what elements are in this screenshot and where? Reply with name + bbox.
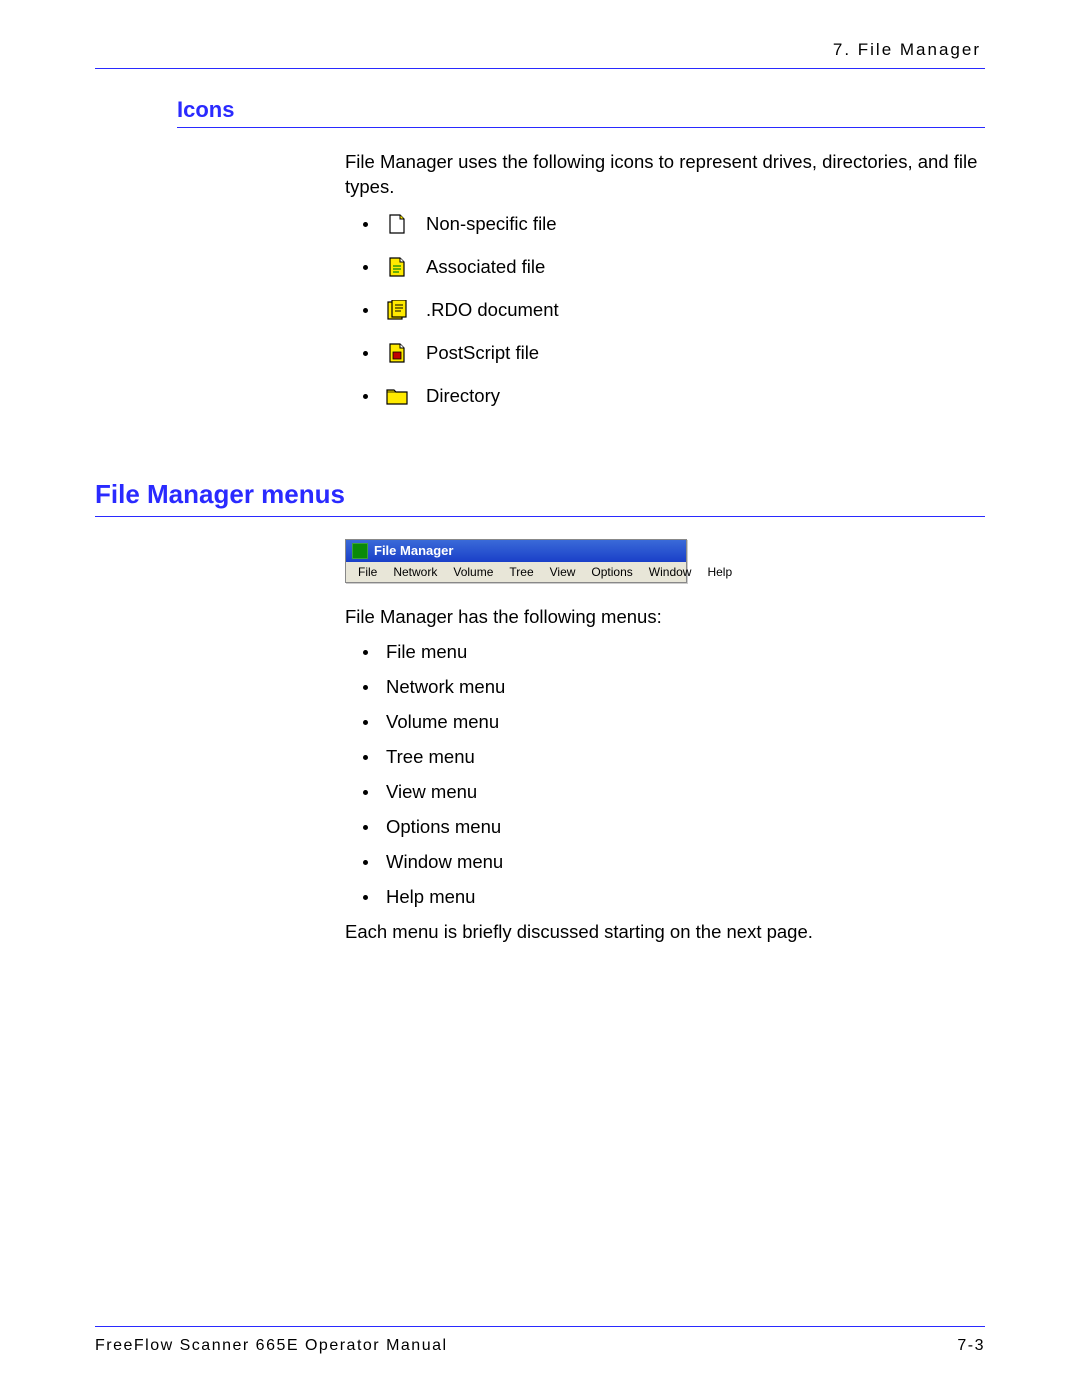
window-menubar: File Network Volume Tree View Options Wi… [346, 562, 686, 582]
list-item-label: Non-specific file [426, 212, 557, 237]
list-item-label: Tree menu [386, 745, 475, 770]
list-item-label: Options menu [386, 815, 501, 840]
bullet-icon [363, 755, 368, 760]
icons-list: Non-specific file Associated file .RDO d… [345, 212, 985, 409]
menu-options: Options [583, 564, 640, 580]
bullet-icon [363, 860, 368, 865]
bullet-icon [363, 308, 368, 313]
footer-page-number: 7-3 [957, 1337, 985, 1355]
list-item: View menu [345, 780, 985, 805]
icons-heading-rule [177, 127, 985, 128]
footer-rule [95, 1326, 985, 1327]
list-item-label: .RDO document [426, 298, 559, 323]
app-icon [352, 543, 368, 559]
menus-intro-text: File Manager has the following menus: [345, 605, 985, 630]
bullet-icon [363, 825, 368, 830]
menu-tree: Tree [501, 564, 541, 580]
menu-network: Network [385, 564, 445, 580]
menus-heading: File Manager menus [95, 479, 985, 510]
list-item: Non-specific file [345, 212, 985, 237]
icons-intro-text: File Manager uses the following icons to… [345, 150, 985, 200]
list-item: Volume menu [345, 710, 985, 735]
list-item: File menu [345, 640, 985, 665]
list-item: Options menu [345, 815, 985, 840]
list-item-label: View menu [386, 780, 477, 805]
bullet-icon [363, 394, 368, 399]
list-item: Window menu [345, 850, 985, 875]
associated-file-icon [386, 256, 408, 278]
menu-help: Help [699, 564, 740, 580]
menu-file: File [350, 564, 385, 580]
footer-manual-title: FreeFlow Scanner 665E Operator Manual [95, 1337, 448, 1355]
list-item: .RDO document [345, 298, 985, 323]
bullet-icon [363, 222, 368, 227]
list-item-label: Directory [426, 384, 500, 409]
window-title: File Manager [374, 543, 453, 558]
non-specific-file-icon [386, 213, 408, 235]
directory-icon [386, 385, 408, 407]
icons-heading: Icons [177, 97, 985, 123]
list-item-label: Window menu [386, 850, 503, 875]
bullet-icon [363, 685, 368, 690]
menus-list: File menu Network menu Volume menu Tree … [345, 640, 985, 910]
bullet-icon [363, 351, 368, 356]
menus-heading-rule [95, 516, 985, 517]
bullet-icon [363, 650, 368, 655]
list-item-label: Volume menu [386, 710, 499, 735]
list-item: Associated file [345, 255, 985, 280]
bullet-icon [363, 265, 368, 270]
list-item-label: File menu [386, 640, 467, 665]
postscript-file-icon [386, 342, 408, 364]
menu-window: Window [641, 564, 700, 580]
list-item: Help menu [345, 885, 985, 910]
bullet-icon [363, 720, 368, 725]
list-item-label: PostScript file [426, 341, 539, 366]
menu-view: View [542, 564, 584, 580]
menus-outro-text: Each menu is briefly discussed starting … [345, 920, 985, 945]
list-item-label: Help menu [386, 885, 475, 910]
rdo-document-icon [386, 299, 408, 321]
list-item: PostScript file [345, 341, 985, 366]
header-rule [95, 68, 985, 69]
page-footer: FreeFlow Scanner 665E Operator Manual 7-… [95, 1326, 985, 1355]
list-item: Network menu [345, 675, 985, 700]
list-item: Tree menu [345, 745, 985, 770]
bullet-icon [363, 895, 368, 900]
menu-volume: Volume [445, 564, 501, 580]
list-item: Directory [345, 384, 985, 409]
chapter-header: 7. File Manager [95, 40, 985, 60]
window-titlebar: File Manager [346, 540, 686, 562]
file-manager-window-capture: File Manager File Network Volume Tree Vi… [345, 539, 687, 583]
bullet-icon [363, 790, 368, 795]
list-item-label: Associated file [426, 255, 545, 280]
list-item-label: Network menu [386, 675, 505, 700]
